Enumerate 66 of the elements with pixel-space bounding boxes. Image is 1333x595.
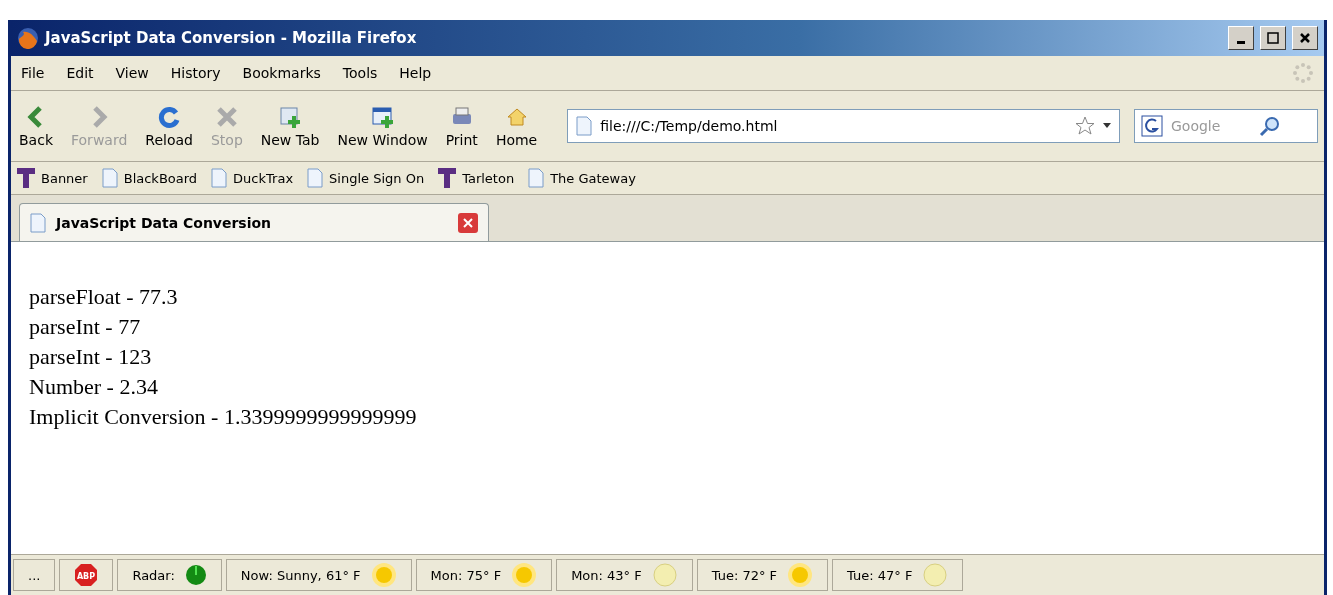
reload-button[interactable]: Reload: [143, 104, 195, 148]
browser-tab[interactable]: JavaScript Data Conversion: [19, 203, 489, 241]
moon-icon: [651, 562, 678, 588]
minimize-button[interactable]: [1228, 26, 1254, 50]
status-text: Radar:: [132, 567, 175, 583]
letter-t-logo-icon: [438, 168, 457, 188]
bookmark-link[interactable]: Tarleton: [438, 168, 515, 188]
maximize-button[interactable]: [1260, 26, 1286, 50]
page-icon: [211, 168, 228, 188]
status-text: Tue: 72° F: [711, 567, 778, 583]
minimize-icon: [1237, 40, 1245, 44]
output-line: Number - 2.34: [29, 373, 159, 401]
throbber-icon: [1292, 62, 1314, 84]
moon-icon: [922, 562, 949, 588]
fox-globe-icon: [17, 27, 39, 49]
maximize-icon: [1267, 32, 1279, 44]
back-button[interactable]: Back: [17, 104, 55, 148]
print-button[interactable]: Print: [443, 104, 480, 148]
sun-icon: [370, 562, 397, 588]
bookmark-link[interactable]: BlackBoard: [101, 168, 198, 188]
menu-item[interactable]: Tools: [342, 65, 378, 81]
reload-icon: [157, 104, 182, 129]
newtab-button[interactable]: New Tab: [258, 104, 322, 148]
star-icon: [1075, 116, 1095, 136]
close-icon: [1299, 32, 1311, 44]
menu-item[interactable]: History: [170, 65, 221, 81]
status-text: ...: [28, 567, 41, 583]
bookmark-link[interactable]: DuckTrax: [211, 168, 294, 188]
menu-item[interactable]: Edit: [66, 65, 94, 81]
stop-icon: [214, 104, 239, 129]
radar-icon: [184, 564, 207, 586]
new-window-icon: [370, 104, 395, 129]
search-icon[interactable]: [1259, 115, 1281, 137]
sun-icon: [787, 562, 814, 588]
page-icon: [528, 168, 545, 188]
status-text: Now: Sunny, 61° F: [240, 567, 361, 583]
address-field[interactable]: file:///C:/Temp/demo.html: [567, 109, 1120, 143]
dropdown-caret-icon[interactable]: [1103, 123, 1111, 129]
page-icon: [307, 168, 324, 188]
status-text: Tue: 47° F: [847, 567, 913, 583]
output-line: Implicit Conversion - 1.3399999999999999: [29, 403, 418, 431]
search-engine-logo-icon: [1141, 115, 1163, 137]
newwindow-button[interactable]: New Window: [335, 104, 430, 148]
window-title: JavaScript Data Conversion - Mozilla Firefox: [45, 29, 418, 47]
menu-item[interactable]: Help: [399, 65, 432, 81]
output-line: parseInt - 77: [29, 313, 142, 341]
page-icon: [576, 116, 593, 136]
new-tab-icon: [278, 104, 303, 129]
output-line: parseInt - 123: [29, 343, 153, 371]
status-text: Mon: 43° F: [571, 567, 642, 583]
sun-icon: [511, 562, 538, 588]
bookmark-link[interactable]: Banner: [17, 168, 88, 188]
bookmark-link[interactable]: The Gateway: [528, 168, 636, 188]
page-icon: [30, 212, 46, 233]
bookmark-link[interactable]: Single Sign On: [307, 168, 425, 188]
ad-block-icon: ABP: [74, 563, 99, 587]
home-button[interactable]: Home: [493, 104, 540, 148]
menu-item[interactable]: Bookmarks: [242, 65, 321, 81]
status-text: Mon: 75° F: [430, 567, 502, 583]
letter-t-logo-icon: [17, 168, 35, 188]
menu-item[interactable]: File: [21, 65, 45, 81]
close-tab-icon[interactable]: [458, 212, 478, 233]
page-icon: [101, 168, 118, 188]
menu-item[interactable]: View: [115, 65, 149, 81]
close-button[interactable]: [1292, 26, 1318, 50]
output-line: parseFloat - 77.3: [29, 283, 179, 311]
